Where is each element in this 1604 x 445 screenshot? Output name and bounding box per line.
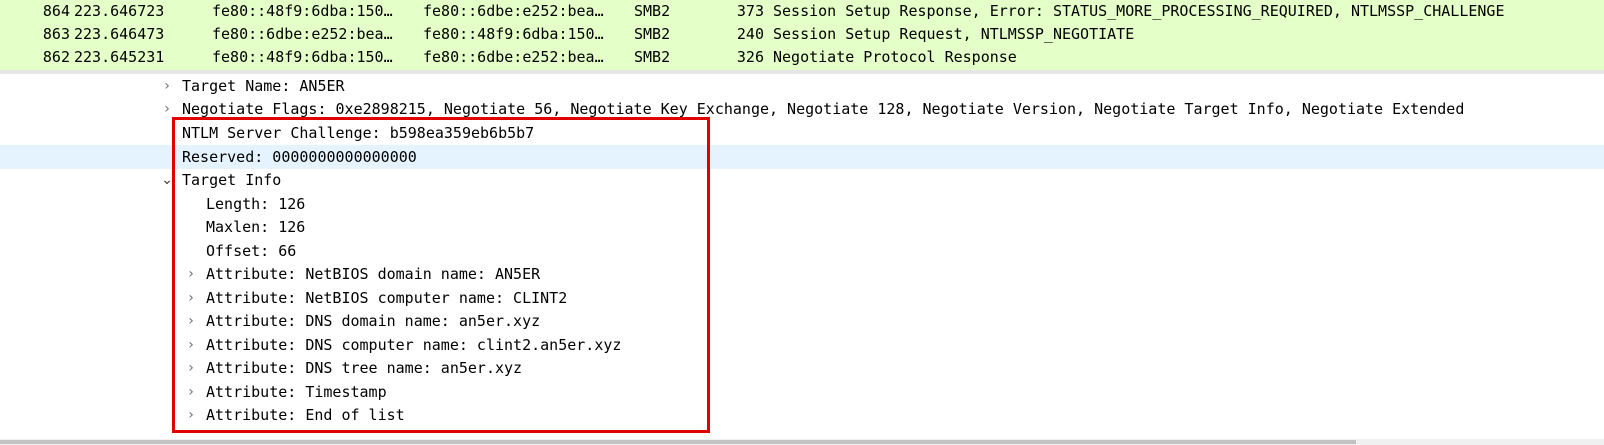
packet-row-863[interactable]: 863 223.646473 fe80::6dbe:e252:bea… fe80…: [0, 23, 1604, 46]
horizontal-scrollbar[interactable]: [0, 439, 1604, 445]
scrollbar-thumb[interactable]: [0, 440, 1356, 444]
packet-length: 326: [736, 48, 764, 66]
packet-time: 223.646723: [74, 2, 165, 20]
packet-row-864[interactable]: 864 223.646723 fe80::48f9:6dba:150… fe80…: [0, 0, 1604, 23]
packet-info: Negotiate Protocol Response: [773, 48, 1017, 66]
tree-item-target-name[interactable]: › Target Name: AN5ER: [0, 74, 1604, 98]
packet-length: 240: [736, 25, 764, 43]
chevron-right-icon[interactable]: ›: [161, 74, 173, 98]
packet-number: 863: [42, 25, 70, 43]
packet-list: 864 223.646723 fe80::48f9:6dba:150… fe80…: [0, 0, 1604, 70]
packet-source: fe80::6dbe:e252:bea…: [212, 25, 393, 43]
annotation-highlight-box: [172, 117, 710, 433]
packet-destination: fe80::6dbe:e252:bea…: [423, 48, 604, 66]
packet-length: 373: [736, 2, 764, 20]
packet-info: Session Setup Response, Error: STATUS_MO…: [773, 2, 1505, 20]
packet-protocol: SMB2: [634, 48, 671, 66]
packet-info: Session Setup Request, NTLMSSP_NEGOTIATE: [773, 25, 1135, 43]
packet-destination: fe80::6dbe:e252:bea…: [423, 2, 604, 20]
packet-row-862[interactable]: 862 223.645231 fe80::48f9:6dba:150… fe80…: [0, 46, 1604, 69]
packet-source: fe80::48f9:6dba:150…: [212, 2, 393, 20]
packet-protocol: SMB2: [634, 2, 671, 20]
packet-number: 864: [42, 2, 70, 20]
packet-protocol: SMB2: [634, 25, 671, 43]
packet-time: 223.646473: [74, 25, 165, 43]
packet-time: 223.645231: [74, 48, 165, 66]
packet-source: fe80::48f9:6dba:150…: [212, 48, 393, 66]
tree-item-label: Target Name: AN5ER: [182, 77, 345, 95]
packet-number: 862: [42, 48, 70, 66]
packet-destination: fe80::48f9:6dba:150…: [423, 25, 604, 43]
